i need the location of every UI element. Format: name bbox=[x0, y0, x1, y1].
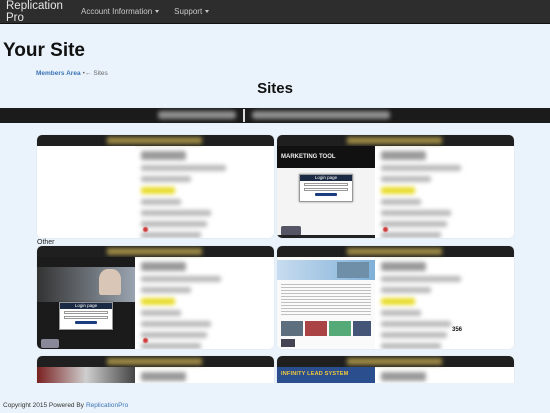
site-info bbox=[141, 262, 267, 349]
card-header bbox=[37, 135, 274, 146]
footer-text: Copyright 2015 Powered By bbox=[3, 402, 84, 409]
breadcrumb: Members Area •← Sites bbox=[36, 70, 108, 77]
person-image bbox=[99, 269, 121, 295]
site-thumbnail[interactable] bbox=[37, 146, 135, 238]
redacted-text bbox=[347, 248, 442, 255]
truck-icon bbox=[281, 339, 295, 347]
status-dot bbox=[143, 227, 148, 232]
login-title: Login page bbox=[60, 303, 112, 309]
redacted-text bbox=[252, 111, 390, 119]
section-title: Sites bbox=[257, 80, 293, 97]
site-info bbox=[141, 151, 267, 238]
site-card[interactable]: Login page bbox=[37, 246, 274, 349]
thumb-title: MARKETING TOOL bbox=[281, 154, 336, 160]
redacted-text bbox=[347, 358, 442, 365]
chevron-down-icon bbox=[205, 10, 210, 13]
card-header bbox=[277, 246, 514, 257]
truck-icon bbox=[41, 339, 59, 348]
breadcrumb-members-area[interactable]: Members Area bbox=[36, 70, 81, 77]
thumb-image bbox=[353, 321, 371, 336]
thumb-footer bbox=[277, 235, 375, 238]
status-dot bbox=[143, 338, 148, 343]
card-header bbox=[277, 356, 514, 367]
redacted-account-bar bbox=[0, 108, 550, 123]
redacted-text bbox=[158, 111, 236, 119]
top-navbar: Replication Pro Account Information Supp… bbox=[0, 0, 550, 24]
site-info bbox=[381, 151, 507, 238]
site-card[interactable] bbox=[37, 135, 274, 238]
page-title: Your Site bbox=[3, 40, 85, 61]
footer-link[interactable]: ReplicationPro bbox=[86, 402, 128, 409]
nav-account-information[interactable]: Account Information bbox=[81, 7, 160, 16]
redacted-text bbox=[107, 358, 202, 365]
card-header bbox=[37, 356, 274, 367]
thumb-banner: MARKETING TOOL bbox=[277, 146, 375, 168]
nav-support[interactable]: Support bbox=[174, 7, 210, 16]
card-header bbox=[37, 246, 274, 257]
visit-count: 356 bbox=[452, 327, 463, 333]
footer: Copyright 2015 Powered By ReplicationPro bbox=[3, 402, 128, 409]
site-thumbnail[interactable] bbox=[277, 257, 375, 349]
thumb-image bbox=[305, 321, 327, 336]
chevron-down-icon bbox=[155, 10, 160, 13]
breadcrumb-separator: •← bbox=[82, 70, 92, 77]
site-card[interactable] bbox=[277, 246, 514, 349]
status-dot bbox=[383, 227, 388, 232]
breadcrumb-current: Sites bbox=[93, 70, 108, 77]
banner-image bbox=[337, 262, 369, 278]
thumb-image bbox=[329, 321, 351, 336]
redacted-text bbox=[347, 137, 442, 144]
site-thumbnail[interactable]: MARKETING TOOL Login page bbox=[277, 146, 375, 238]
site-info bbox=[381, 262, 507, 349]
login-preview: Login page bbox=[299, 174, 353, 202]
thumb-title: INFINITY LEAD SYSTEM bbox=[281, 371, 349, 377]
login-preview: Login page bbox=[59, 302, 113, 330]
site-card[interactable]: MARKETING TOOL Login page bbox=[277, 135, 514, 238]
redacted-text bbox=[107, 137, 202, 144]
thumb-image bbox=[281, 321, 303, 336]
brand-link[interactable]: Replication Pro bbox=[0, 0, 76, 24]
redacted-text bbox=[107, 248, 202, 255]
text-block bbox=[281, 284, 371, 317]
nav-account-information-label: Account Information bbox=[81, 7, 153, 16]
nav-support-label: Support bbox=[174, 7, 203, 16]
site-thumbnail[interactable]: Login page bbox=[37, 257, 135, 349]
divider bbox=[243, 109, 245, 122]
card-header bbox=[277, 135, 514, 146]
other-label: Other bbox=[37, 239, 55, 246]
login-title: Login page bbox=[300, 175, 352, 181]
